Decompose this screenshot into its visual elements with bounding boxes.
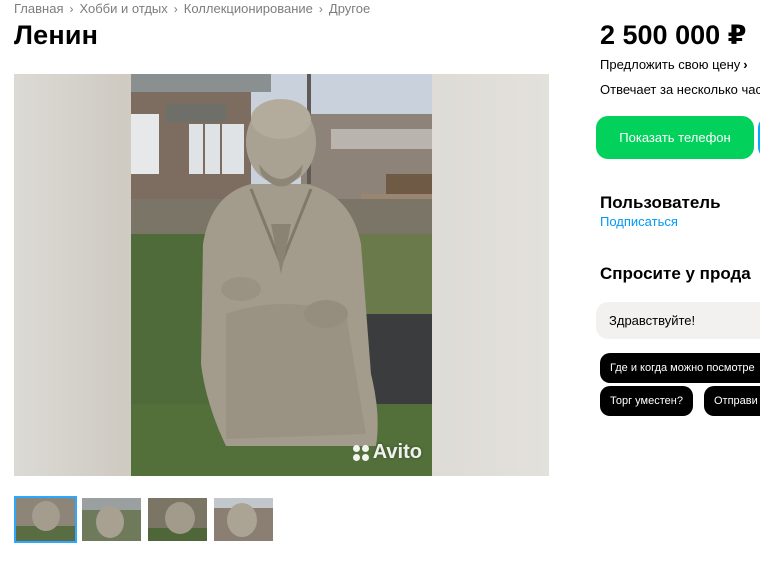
- thumbnail-3[interactable]: [146, 496, 209, 543]
- main-photo-gallery[interactable]: Avito: [14, 74, 549, 476]
- chevron-right-icon: ›: [69, 1, 74, 16]
- breadcrumb-other[interactable]: Другое: [329, 1, 370, 16]
- subscribe-link[interactable]: Подписаться: [600, 214, 678, 229]
- message-input[interactable]: [596, 302, 760, 339]
- quick-question-chip-where[interactable]: Где и когда можно посмотре: [600, 353, 760, 383]
- show-phone-label: Показать телефон: [619, 130, 731, 145]
- breadcrumb-collecting[interactable]: Коллекционирование: [184, 1, 313, 16]
- price: 2 500 000 ₽: [600, 20, 747, 50]
- quick-question-chip-bargain[interactable]: Торг уместен?: [600, 386, 693, 416]
- thumbnail-image: [82, 498, 141, 541]
- offer-price-label: Предложить свою цену: [600, 57, 741, 72]
- listing-page: Главная › Хобби и отдых › Коллекциониров…: [0, 0, 760, 566]
- thumbnail-1[interactable]: [14, 496, 77, 543]
- ask-seller-title: Спросите у прода: [600, 264, 751, 283]
- breadcrumb: Главная › Хобби и отдых › Коллекциониров…: [14, 1, 370, 16]
- main-photo[interactable]: Avito: [131, 74, 432, 476]
- thumbnail-strip: [14, 496, 275, 543]
- watermark-text: Avito: [372, 441, 422, 463]
- quick-question-chip-shipping[interactable]: Отправи: [704, 386, 760, 416]
- lenin-statue-photo: [131, 74, 432, 476]
- response-time: Отвечает за несколько час: [600, 82, 760, 97]
- avito-watermark: Avito: [352, 441, 422, 464]
- thumbnail-4[interactable]: [212, 496, 275, 543]
- offer-price-link[interactable]: Предложить свою цену ›: [600, 57, 748, 72]
- thumbnail-image: [148, 498, 207, 541]
- thumbnail-2[interactable]: [80, 496, 143, 543]
- thumbnail-image: [214, 498, 273, 541]
- breadcrumb-hobby[interactable]: Хобби и отдых: [79, 1, 167, 16]
- seller-name[interactable]: Пользователь: [600, 193, 721, 213]
- breadcrumb-home[interactable]: Главная: [14, 1, 63, 16]
- avito-logo-icon: [352, 444, 369, 461]
- thumbnail-image: [16, 498, 75, 541]
- chevron-right-icon: ›: [743, 57, 748, 72]
- chevron-right-icon: ›: [318, 1, 323, 16]
- chevron-right-icon: ›: [173, 1, 178, 16]
- show-phone-button[interactable]: Показать телефон: [596, 116, 754, 159]
- listing-title: Ленин: [14, 20, 99, 50]
